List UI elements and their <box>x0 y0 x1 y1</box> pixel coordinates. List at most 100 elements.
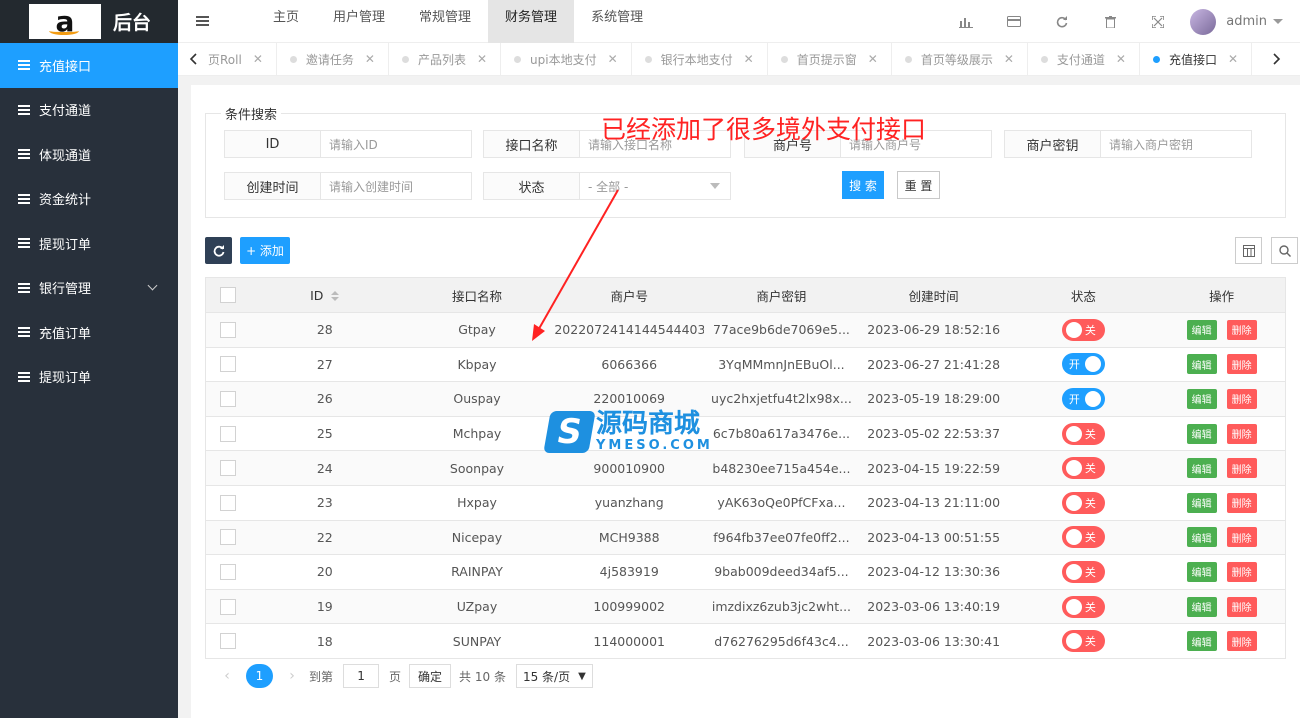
sidebar-item[interactable]: 资金统计 <box>0 177 178 222</box>
delete-button[interactable]: 删除 <box>1226 596 1257 617</box>
close-icon[interactable]: ✕ <box>1004 52 1014 66</box>
top-nav-item[interactable]: 财务管理 <box>488 0 575 43</box>
status-toggle[interactable]: 关 <box>1061 491 1105 514</box>
top-nav-item[interactable]: 系统管理 <box>574 0 660 43</box>
edit-button[interactable]: 编辑 <box>1186 423 1217 444</box>
close-icon[interactable]: ✕ <box>744 52 754 66</box>
row-checkbox[interactable] <box>219 633 236 650</box>
refresh-table-button[interactable] <box>205 237 232 264</box>
select-all-checkbox[interactable] <box>219 287 236 303</box>
status-toggle[interactable]: 关 <box>1061 630 1105 653</box>
close-icon[interactable]: ✕ <box>477 52 487 66</box>
search-button[interactable]: 搜 索 <box>842 171 884 199</box>
prev-page-icon[interactable]: ‹ <box>216 668 238 684</box>
edit-button[interactable]: 编辑 <box>1186 527 1217 548</box>
username[interactable]: admin <box>1226 14 1267 29</box>
goto-confirm-button[interactable]: 确定 <box>409 664 452 688</box>
add-button[interactable]: + 添加 <box>240 237 290 264</box>
search-input[interactable]: 请输入创建时间 <box>321 172 472 200</box>
row-checkbox[interactable] <box>219 494 236 511</box>
row-checkbox[interactable] <box>219 563 236 580</box>
sidebar-item[interactable]: 提现订单 <box>0 355 178 400</box>
close-icon[interactable]: ✕ <box>1116 52 1126 66</box>
row-checkbox[interactable] <box>219 390 236 407</box>
status-toggle[interactable]: 关 <box>1061 318 1105 341</box>
search-input[interactable]: 请输入ID <box>321 130 472 158</box>
row-checkbox[interactable] <box>219 529 236 546</box>
top-nav-item[interactable]: 主页 <box>256 0 316 43</box>
row-checkbox[interactable] <box>219 460 236 477</box>
delete-button[interactable]: 删除 <box>1226 423 1257 444</box>
trash-icon[interactable] <box>1086 0 1134 43</box>
sidebar-item[interactable]: 银行管理 <box>0 266 178 311</box>
delete-button[interactable]: 删除 <box>1226 631 1257 652</box>
tab[interactable]: 页Roll ✕ <box>208 42 277 76</box>
row-checkbox[interactable] <box>219 321 236 338</box>
close-icon[interactable]: ✕ <box>365 52 375 66</box>
sidebar-item[interactable]: 充值接口 <box>0 43 178 88</box>
status-toggle[interactable]: 关 <box>1061 595 1105 618</box>
row-checkbox[interactable] <box>219 598 236 615</box>
status-toggle[interactable]: 开 <box>1061 353 1105 376</box>
columns-filter-button[interactable] <box>1235 237 1262 264</box>
close-icon[interactable]: ✕ <box>253 52 263 66</box>
delete-button[interactable]: 删除 <box>1226 319 1257 340</box>
close-icon[interactable]: ✕ <box>868 52 878 66</box>
search-toggle-button[interactable] <box>1271 237 1298 264</box>
next-page-icon[interactable]: › <box>281 668 303 684</box>
status-toggle[interactable]: 关 <box>1061 457 1105 480</box>
row-checkbox[interactable] <box>219 425 236 442</box>
delete-button[interactable]: 删除 <box>1226 354 1257 375</box>
edit-button[interactable]: 编辑 <box>1186 354 1217 375</box>
tab[interactable]: 银行本地支付 ✕ <box>632 42 768 76</box>
edit-button[interactable]: 编辑 <box>1186 561 1217 582</box>
edit-button[interactable]: 编辑 <box>1186 631 1217 652</box>
edit-button[interactable]: 编辑 <box>1186 596 1217 617</box>
close-icon[interactable]: ✕ <box>608 52 618 66</box>
status-toggle[interactable]: 关 <box>1061 560 1105 583</box>
sort-icon[interactable] <box>331 291 340 301</box>
tab[interactable]: 支付通道 ✕ <box>1028 42 1140 76</box>
status-toggle[interactable]: 开 <box>1061 387 1105 410</box>
amazon-logo[interactable]: a <box>29 4 101 39</box>
status-select[interactable]: - 全部 - <box>580 172 731 200</box>
refresh-icon[interactable] <box>1038 0 1086 43</box>
sidebar-item[interactable]: 支付通道 <box>0 88 178 133</box>
tab[interactable]: 首页提示窗 ✕ <box>768 42 892 76</box>
page-input[interactable]: 1 <box>343 664 380 688</box>
sidebar-item[interactable]: 体现通道 <box>0 132 178 177</box>
page-size-select[interactable]: 15 条/页 ▼ <box>515 664 593 688</box>
status-toggle[interactable]: 关 <box>1061 422 1105 445</box>
tab[interactable]: 产品列表 ✕ <box>389 42 502 76</box>
delete-button[interactable]: 删除 <box>1226 492 1257 513</box>
edit-button[interactable]: 编辑 <box>1186 388 1217 409</box>
edit-button[interactable]: 编辑 <box>1186 319 1217 340</box>
tab[interactable]: 充值接口 ✕ <box>1140 42 1253 76</box>
delete-button[interactable]: 删除 <box>1226 527 1257 548</box>
sidebar-item[interactable]: 提现订单 <box>0 221 178 266</box>
delete-button[interactable]: 删除 <box>1226 388 1257 409</box>
delete-button[interactable]: 删除 <box>1226 458 1257 479</box>
column-header[interactable]: ID <box>250 288 400 303</box>
top-nav-item[interactable]: 常规管理 <box>402 0 488 43</box>
avatar[interactable] <box>1190 8 1217 35</box>
status-toggle[interactable]: 关 <box>1061 526 1105 549</box>
search-input[interactable]: 请输入商户密钥 <box>1101 130 1252 158</box>
tabs-next-button[interactable] <box>1262 43 1292 76</box>
card-icon[interactable] <box>990 0 1038 43</box>
close-icon[interactable]: ✕ <box>1228 52 1238 66</box>
chart-icon[interactable] <box>942 0 990 43</box>
fullscreen-icon[interactable] <box>1134 0 1182 43</box>
caret-down-icon[interactable] <box>1273 19 1283 24</box>
edit-button[interactable]: 编辑 <box>1186 492 1217 513</box>
tab[interactable]: 首页等级展示 ✕ <box>892 42 1028 76</box>
tab[interactable]: upi本地支付 ✕ <box>501 42 632 76</box>
row-checkbox[interactable] <box>219 356 236 373</box>
tabs-prev-button[interactable] <box>178 43 208 76</box>
sidebar-item[interactable]: 充值订单 <box>0 310 178 355</box>
current-page[interactable]: 1 <box>246 664 273 688</box>
edit-button[interactable]: 编辑 <box>1186 458 1217 479</box>
top-nav-item[interactable]: 用户管理 <box>316 0 402 43</box>
reset-button[interactable]: 重 置 <box>897 171 940 199</box>
delete-button[interactable]: 删除 <box>1226 561 1257 582</box>
